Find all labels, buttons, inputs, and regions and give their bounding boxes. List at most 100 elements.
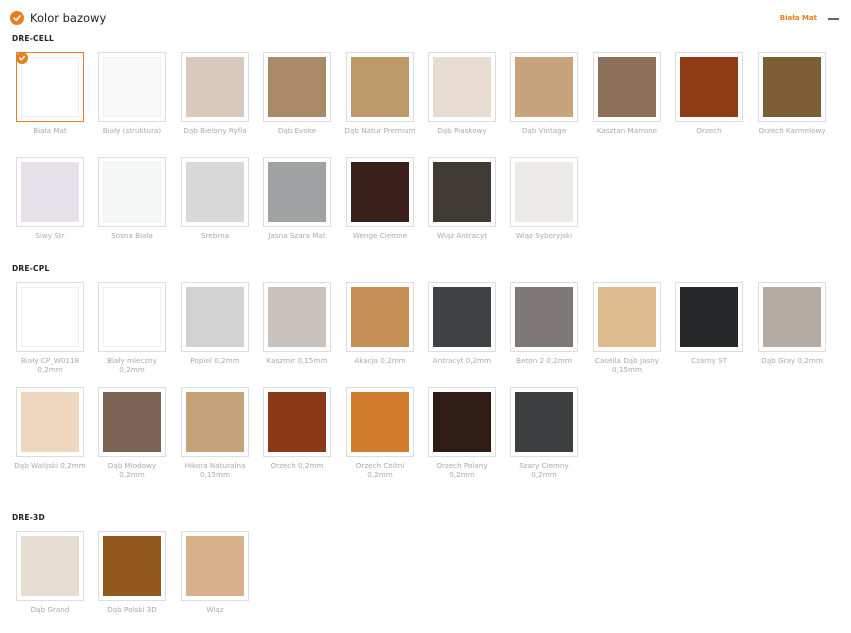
swatch-color-sample — [186, 57, 244, 117]
swatch-frame[interactable] — [263, 52, 331, 122]
swatch-item[interactable]: Orzech Karmelowy — [758, 52, 828, 135]
swatch-item[interactable]: Siwy Str — [16, 157, 86, 240]
swatch-color-sample — [21, 392, 79, 452]
swatch-frame[interactable] — [428, 52, 496, 122]
swatch-frame[interactable] — [593, 282, 661, 352]
swatch-item[interactable]: Hikora Naturalna 0,15mm — [181, 387, 251, 479]
swatch-label: Sosna Biała — [111, 231, 153, 240]
swatch-frame[interactable] — [263, 157, 331, 227]
swatch-item[interactable]: Wiąz Antracyt — [428, 157, 498, 240]
swatch-label: Beton 2 0,2mm — [516, 356, 572, 365]
swatch-frame[interactable] — [98, 52, 166, 122]
swatch-frame[interactable] — [98, 282, 166, 352]
swatch-item[interactable]: Popiel 0,2mm — [181, 282, 251, 365]
swatch-item[interactable]: Kaszmir 0,15mm — [263, 282, 333, 365]
swatch-color-sample — [351, 287, 409, 347]
swatch-item[interactable]: Wiąz — [181, 531, 251, 614]
swatch-frame[interactable] — [675, 52, 743, 122]
swatch-label: Hikora Naturalna 0,15mm — [184, 461, 246, 479]
swatch-frame[interactable] — [16, 531, 84, 601]
swatch-frame[interactable] — [510, 157, 578, 227]
swatch-item[interactable]: Biały (struktura) — [98, 52, 168, 135]
swatch-frame[interactable] — [98, 531, 166, 601]
swatch-label: Orzech Celtni 0,2mm — [355, 461, 405, 479]
swatch-item[interactable]: Dąb Gray 0,2mm — [758, 282, 828, 365]
swatch-frame[interactable] — [346, 52, 414, 122]
swatch-item[interactable]: Orzech — [675, 52, 745, 135]
minus-icon[interactable] — [828, 18, 839, 20]
swatch-frame[interactable] — [181, 387, 249, 457]
swatch-item[interactable]: Orzech Polany 0,2mm — [428, 387, 498, 479]
swatch-frame[interactable] — [98, 157, 166, 227]
swatch-item[interactable]: Sosna Biała — [98, 157, 168, 240]
swatch-frame[interactable] — [758, 282, 826, 352]
swatch-frame[interactable] — [675, 282, 743, 352]
swatch-frame[interactable] — [510, 282, 578, 352]
swatch-item[interactable]: Casella Dąb Jasny 0,15mm — [593, 282, 663, 374]
swatch-frame[interactable] — [181, 157, 249, 227]
swatch-frame[interactable] — [16, 282, 84, 352]
swatch-frame[interactable] — [263, 387, 331, 457]
swatch-item[interactable]: Jasna Szara Mat — [263, 157, 333, 240]
selected-value: Biała Mat — [779, 14, 817, 22]
swatch-label: Kaszmir 0,15mm — [266, 356, 328, 365]
swatch-item[interactable]: Dąb Miodowy 0,2mm — [98, 387, 168, 479]
swatch-item[interactable]: Orzech Celtni 0,2mm — [346, 387, 416, 479]
swatch-item[interactable]: Akacja 0,2mm — [346, 282, 416, 365]
swatch-label: Wiąz — [206, 605, 224, 614]
swatch-label: Czarny ST — [690, 356, 728, 365]
swatch-label: Wiąz Antracyt — [436, 231, 488, 240]
swatch-item[interactable]: Srebrna — [181, 157, 251, 240]
swatch-color-sample — [433, 287, 491, 347]
check-icon — [10, 11, 24, 25]
swatch-frame[interactable] — [16, 52, 84, 122]
swatch-item[interactable]: Kasztan Marrone — [593, 52, 663, 135]
swatch-item[interactable]: Szary Ciemny 0,2mm — [510, 387, 580, 479]
swatch-frame[interactable] — [346, 387, 414, 457]
swatch-item[interactable]: Dąb Grand — [16, 531, 86, 614]
swatch-frame[interactable] — [181, 282, 249, 352]
panel-title: Kolor bazowy — [30, 11, 107, 25]
swatch-color-sample — [186, 392, 244, 452]
swatch-item[interactable]: Beton 2 0,2mm — [510, 282, 580, 365]
swatch-frame[interactable] — [346, 157, 414, 227]
swatch-frame[interactable] — [510, 387, 578, 457]
swatch-item[interactable]: Dąb Walijski 0,2mm — [14, 387, 86, 470]
panel-header[interactable]: Kolor bazowy Biała Mat — [10, 10, 841, 28]
swatch-item[interactable]: Dąb Natur Premium — [344, 52, 416, 135]
swatch-item[interactable]: Antracyt 0,2mm — [428, 282, 498, 365]
swatch-item[interactable]: Biała Mat — [16, 52, 86, 135]
swatch-color-sample — [433, 57, 491, 117]
swatch-frame[interactable] — [181, 52, 249, 122]
swatch-frame[interactable] — [428, 157, 496, 227]
swatch-frame[interactable] — [263, 282, 331, 352]
swatch-frame[interactable] — [428, 387, 496, 457]
swatch-item[interactable]: Orzech 0,2mm — [263, 387, 333, 470]
swatch-frame[interactable] — [428, 282, 496, 352]
swatch-frame[interactable] — [758, 52, 826, 122]
swatch-frame[interactable] — [510, 52, 578, 122]
swatch-label: Dąb Bielony Ryfla — [183, 126, 247, 135]
swatch-frame[interactable] — [346, 282, 414, 352]
swatch-label: Dąb Gray 0,2mm — [761, 356, 823, 365]
swatch-color-sample — [21, 57, 79, 117]
swatch-item[interactable]: Dąb Piaskowy — [428, 52, 498, 135]
swatch-label: Orzech 0,2mm — [270, 461, 324, 470]
swatch-label: Biały mleczny 0,2mm — [107, 356, 157, 374]
swatch-item[interactable]: Wiąz Syberyjski — [510, 157, 580, 240]
swatch-label: Dąb Vintage — [521, 126, 567, 135]
swatch-item[interactable]: Biały CP_W0118 0,2mm — [16, 282, 86, 374]
swatch-frame[interactable] — [593, 52, 661, 122]
swatch-frame[interactable] — [98, 387, 166, 457]
swatch-frame[interactable] — [16, 387, 84, 457]
swatch-frame[interactable] — [181, 531, 249, 601]
swatch-label: Dąb Evoke — [277, 126, 317, 135]
swatch-item[interactable]: Dąb Polski 3D — [98, 531, 168, 614]
swatch-item[interactable]: Biały mleczny 0,2mm — [98, 282, 168, 374]
swatch-item[interactable]: Dąb Bielony Ryfla — [181, 52, 251, 135]
swatch-item[interactable]: Czarny ST — [675, 282, 745, 365]
swatch-item[interactable]: Dąb Vintage — [510, 52, 580, 135]
swatch-item[interactable]: Wenge Ciemne — [346, 157, 416, 240]
swatch-item[interactable]: Dąb Evoke — [263, 52, 333, 135]
swatch-frame[interactable] — [16, 157, 84, 227]
